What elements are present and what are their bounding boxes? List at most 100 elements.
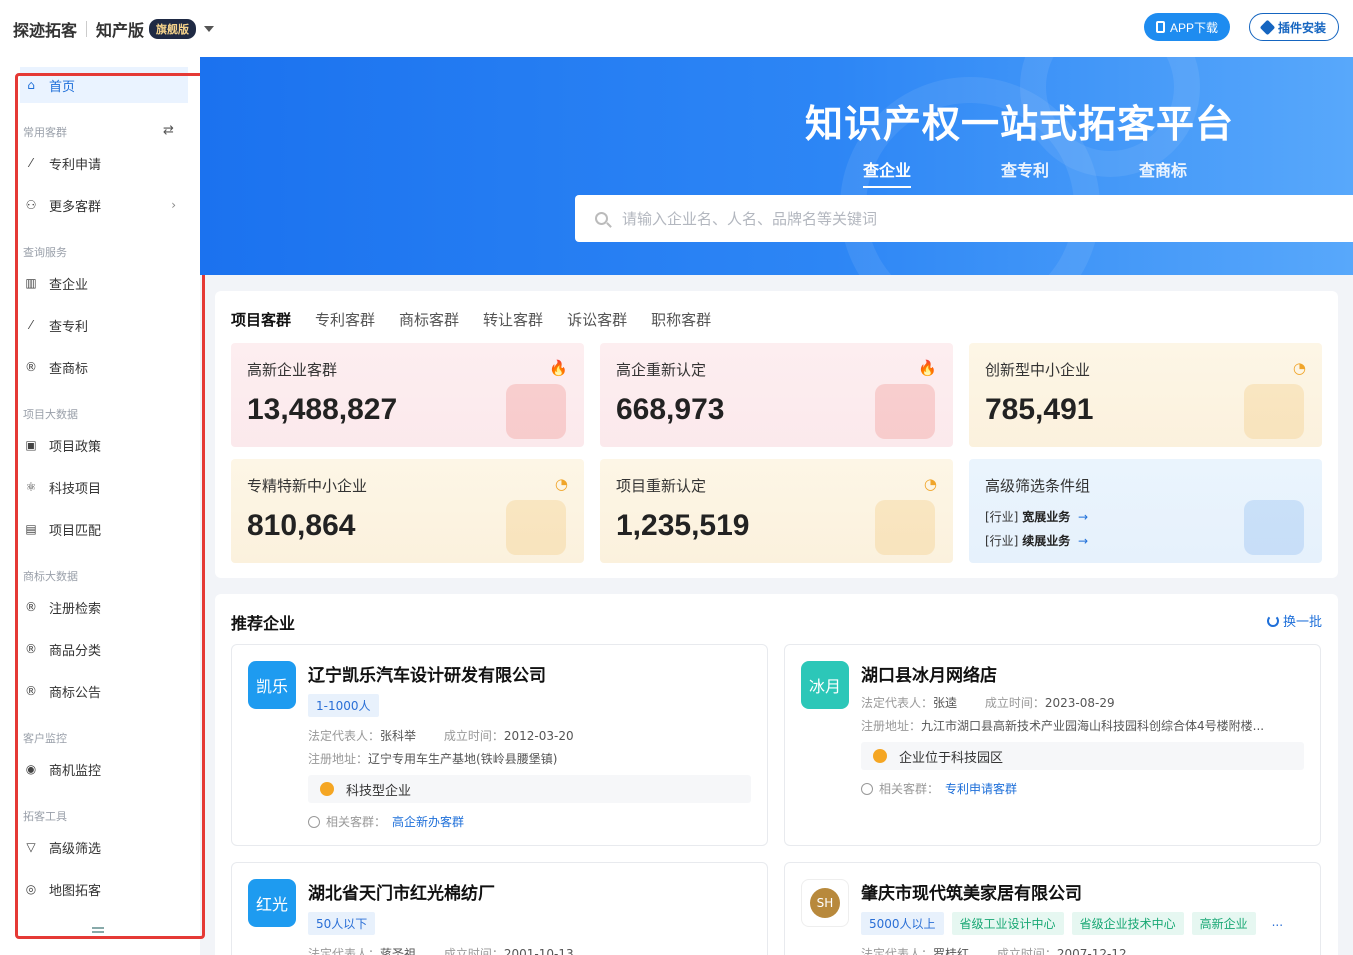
company-highlight: 科技型企业 — [308, 775, 751, 803]
hero-tab-company[interactable]: 查企业 — [863, 157, 912, 188]
company-name[interactable]: 湖口县冰月网络店 — [861, 661, 1304, 686]
company-name[interactable]: 湖北省天门市红光棉纺厂 — [308, 879, 751, 904]
sidebar-item-opportunity-monitor[interactable]: ◉ 商机监控 — [20, 751, 188, 787]
search-icon — [595, 212, 608, 225]
more-tags[interactable]: ... — [1264, 912, 1291, 935]
card-decoration — [875, 384, 935, 439]
hero-banner: 知识产权一站式拓客平台 查企业 查专利 查商标 — [200, 57, 1353, 275]
sidebar-group-tools: 拓客工具 — [23, 810, 67, 823]
filter-decoration — [1244, 500, 1304, 555]
brand-divider — [86, 20, 88, 37]
company-name[interactable]: 肇庆市现代筑美家居有限公司 — [861, 879, 1304, 904]
registered-icon: ® — [25, 642, 37, 656]
company-related: 相关客群： 高企新办客群 — [308, 813, 751, 830]
company-tag: 高新企业 — [1191, 912, 1256, 935]
sidebar-item-label: 商机监控 — [49, 763, 102, 779]
top-actions: APP下载 插件安装 — [1143, 13, 1339, 41]
company-tag: 省级企业技术中心 — [1071, 912, 1184, 935]
sidebar-item-advanced-filter[interactable]: ▽ 高级筛选 — [20, 829, 188, 865]
edition-name: 知产版 — [96, 20, 145, 40]
tab-patent-groups[interactable]: 专利客群 — [315, 309, 375, 330]
company-meta: 法定代表人：张逵 成立时间：2023-08-29 — [861, 696, 1115, 710]
recommend-title: 推荐企业 — [231, 614, 296, 633]
sidebar-item-label: 项目匹配 — [49, 523, 102, 539]
hero-tab-trademark[interactable]: 查商标 — [1139, 157, 1187, 188]
sidebar-item-project-policy[interactable]: ▣ 项目政策 — [20, 427, 188, 463]
filter-prefix: [行业] — [985, 534, 1019, 548]
chevron-down-icon[interactable] — [204, 25, 215, 32]
group-card-high-tech-renew[interactable]: 高企重新认定 668,973 🔥 — [600, 343, 953, 447]
group-card-specialized-sme[interactable]: 专精特新中小企业 810,864 ◔ — [231, 459, 584, 563]
badge-icon — [873, 749, 887, 763]
company-tag: 1-1000人 — [308, 694, 379, 717]
collapse-icon[interactable] — [92, 927, 104, 933]
related-group-link[interactable]: 高企新办客群 — [392, 813, 464, 830]
sidebar-item-patent-apply[interactable]: ⁄ 专利申请 — [20, 145, 188, 181]
sidebar-item-label: 商标公告 — [49, 685, 102, 701]
sidebar-item-register-search[interactable]: ® 注册检索 — [20, 589, 188, 625]
tab-title-groups[interactable]: 职称客群 — [651, 309, 711, 330]
tab-trademark-groups[interactable]: 商标客群 — [399, 309, 459, 330]
search-input[interactable] — [622, 209, 1322, 228]
sidebar-item-map-prospect[interactable]: ◎ 地图拓客 — [20, 871, 188, 907]
arrow-right-icon: → — [1078, 534, 1089, 548]
policy-icon: ▣ — [25, 438, 37, 452]
document-search-icon: ▤ — [25, 522, 37, 536]
sidebar-item-project-match[interactable]: ▤ 项目匹配 — [20, 511, 188, 547]
tune-icon[interactable]: ⇄ — [163, 123, 174, 138]
sidebar-item-query-patent[interactable]: ⁄ 查专利 — [20, 307, 188, 343]
company-card[interactable]: 红光 湖北省天门市红光棉纺厂 50人以下 法定代表人：蒋圣祖 成立时间：2001… — [231, 862, 768, 955]
refresh-button[interactable]: 换一批 — [1266, 611, 1322, 630]
sidebar-item-tech-project[interactable]: ⚛ 科技项目 — [20, 469, 188, 505]
card-decoration — [875, 500, 935, 555]
edition-badge: 旗舰版 — [149, 18, 197, 39]
coin-icon: ◔ — [923, 475, 937, 493]
group-card-high-tech[interactable]: 高新企业客群 13,488,827 🔥 — [231, 343, 584, 447]
group-card-project-renew[interactable]: 项目重新认定 1,235,519 ◔ — [600, 459, 953, 563]
sidebar-item-goods-class[interactable]: ® 商品分类 — [20, 631, 188, 667]
company-tag: 50人以下 — [308, 912, 376, 935]
advanced-filter-card[interactable]: 高级筛选条件组 [行业] 宽展业务 → [行业] 续展业务 → — [969, 459, 1322, 563]
atom-icon: ⚛ — [25, 480, 37, 494]
patent-icon: ⁄ — [29, 318, 32, 332]
company-card[interactable]: 凯乐 辽宁凯乐汽车设计研发有限公司 1-1000人 法定代表人：张科举 成立时间… — [231, 644, 768, 846]
patent-icon: ⁄ — [29, 156, 32, 170]
recommend-panel: 推荐企业 换一批 凯乐 辽宁凯乐汽车设计研发有限公司 1-1000人 法定代表人… — [215, 594, 1338, 955]
coin-icon: ◔ — [1292, 359, 1306, 377]
company-address: 注册地址：九江市湖口县高新技术产业园海山科技园科创综合体4号楼附楼... — [861, 719, 1265, 733]
coin-icon: ◔ — [554, 475, 568, 493]
plugin-install-button[interactable]: 插件安装 — [1248, 13, 1339, 41]
company-card[interactable]: 冰月 湖口县冰月网络店 法定代表人：张逵 成立时间：2023-08-29 注册地… — [784, 644, 1321, 846]
sidebar-item-home[interactable]: ⌂ 首页 — [20, 67, 188, 103]
registered-icon: ® — [25, 600, 37, 614]
sidebar-item-query-trademark[interactable]: ® 查商标 — [20, 349, 188, 385]
app-download-button[interactable]: APP下载 — [1143, 13, 1230, 41]
related-group-link[interactable]: 专利申请客群 — [945, 780, 1017, 797]
company-name[interactable]: 辽宁凯乐汽车设计研发有限公司 — [308, 661, 751, 686]
company-avatar: 凯乐 — [248, 661, 296, 709]
sidebar-item-label: 查专利 — [49, 319, 89, 335]
sidebar-group-project: 项目大数据 — [23, 408, 78, 421]
filter-card-title: 高级筛选条件组 — [985, 477, 1091, 495]
tab-transfer-groups[interactable]: 转让客群 — [483, 309, 543, 330]
hero-tab-patent[interactable]: 查专利 — [1001, 157, 1049, 188]
group-card-innovative-sme[interactable]: 创新型中小企业 785,491 ◔ — [969, 343, 1322, 447]
group-card-title: 专精特新中小企业 — [247, 477, 368, 495]
company-avatar: 红光 — [248, 879, 296, 927]
group-card-title: 高企重新认定 — [616, 361, 707, 379]
user-group-icon: ⚇ — [25, 198, 37, 212]
company-logo-mark: SH — [810, 888, 840, 918]
sidebar-item-label: 更多客群 — [49, 199, 102, 215]
sidebar-item-label: 科技项目 — [49, 481, 102, 497]
customer-groups-panel: 项目客群 专利客群 商标客群 转让客群 诉讼客群 职称客群 高新企业客群 13,… — [215, 291, 1338, 578]
company-meta: 法定代表人：蒋圣祖 成立时间：2001-10-13 — [308, 947, 574, 955]
tab-litigation-groups[interactable]: 诉讼客群 — [567, 309, 627, 330]
sidebar-item-query-company[interactable]: ▥ 查企业 — [20, 265, 188, 301]
company-card[interactable]: SH 肇庆市现代筑美家居有限公司 5000人以上 省级工业设计中心 省级企业技术… — [784, 862, 1321, 955]
tab-project-groups[interactable]: 项目客群 — [231, 309, 291, 330]
sidebar-item-trademark-notice[interactable]: ® 商标公告 — [20, 673, 188, 709]
company-tag: 省级工业设计中心 — [951, 912, 1064, 935]
sidebar-item-more-groups[interactable]: ⚇ 更多客群 › — [20, 187, 188, 223]
brand-name[interactable]: 探迹拓客 — [13, 17, 77, 41]
filter-icon: ▽ — [26, 840, 36, 854]
